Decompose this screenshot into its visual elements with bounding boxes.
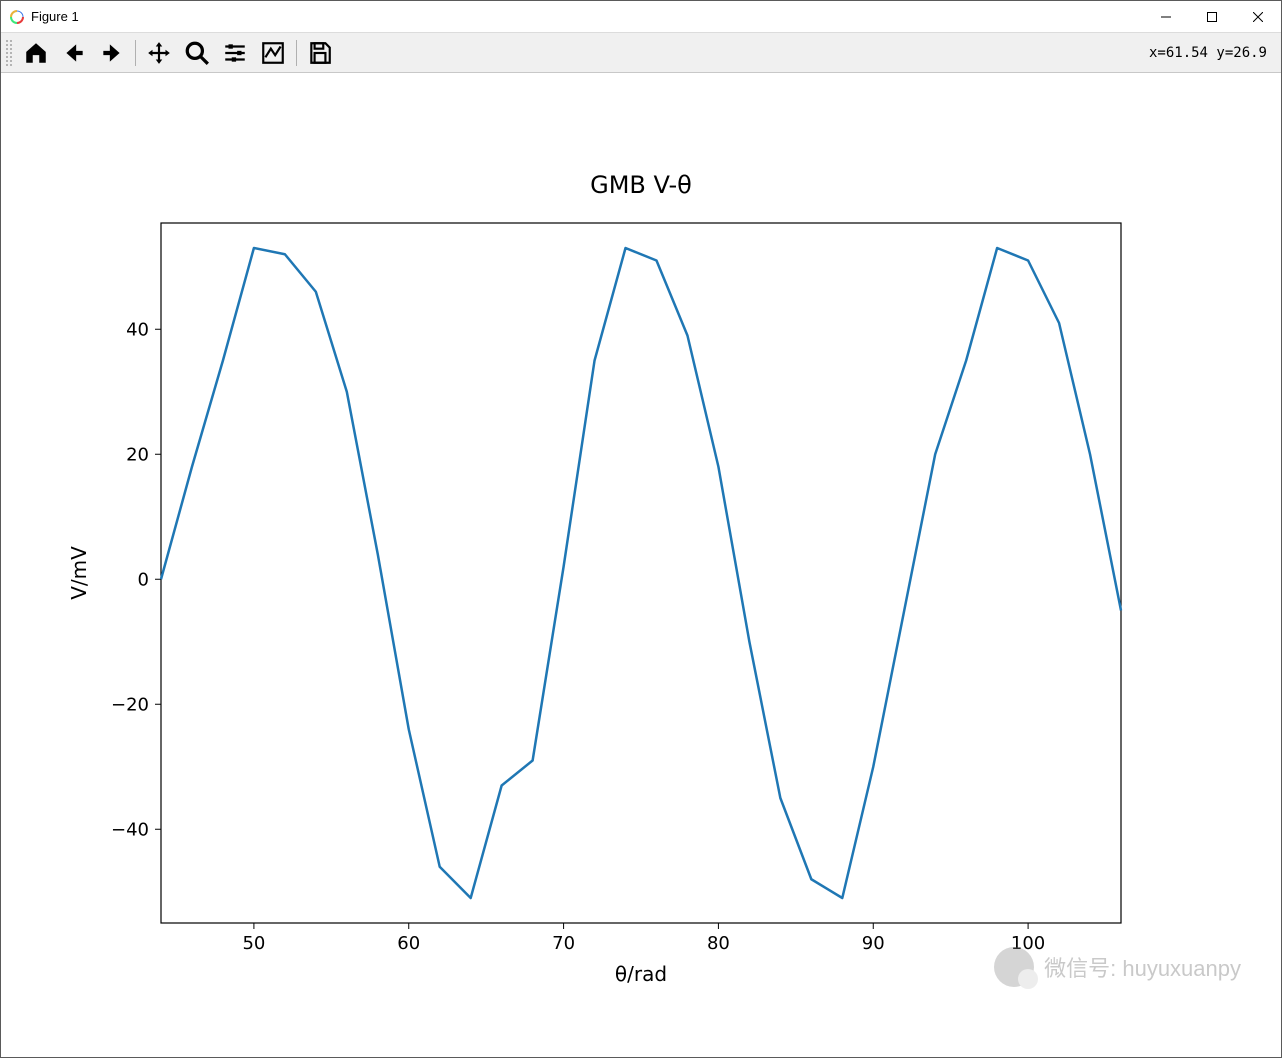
titlebar[interactable]: Figure 1 [1,1,1281,33]
figure-window: Figure 1 [0,0,1282,1058]
matplotlib-toolbar: x=61.54 y=26.9 [1,33,1281,73]
toolbar-grip[interactable] [5,39,13,67]
save-button[interactable] [301,35,339,71]
svg-text:−20: −20 [111,694,149,715]
cursor-coordinates: x=61.54 y=26.9 [1149,45,1277,61]
svg-text:80: 80 [707,933,730,954]
svg-text:70: 70 [552,933,575,954]
svg-text:V/mV: V/mV [67,546,91,600]
maximize-button[interactable] [1189,1,1235,33]
pan-button[interactable] [140,35,178,71]
home-button[interactable] [17,35,55,71]
app-icon [9,9,25,25]
forward-button[interactable] [93,35,131,71]
figure-canvas[interactable]: 50 60 70 80 90 100 −40 −20 0 20 40 GMB V-θ θ/rad V/mV… [1,73,1281,1057]
toolbar-separator [296,40,297,66]
svg-text:20: 20 [126,444,149,465]
svg-text:GMB V-θ: GMB V-θ [590,171,692,199]
svg-text:50: 50 [242,933,265,954]
svg-text:100: 100 [1011,933,1045,954]
back-button[interactable] [55,35,93,71]
zoom-button[interactable] [178,35,216,71]
svg-text:90: 90 [862,933,885,954]
svg-text:0: 0 [138,569,149,590]
svg-text:60: 60 [397,933,420,954]
svg-text:−40: −40 [111,819,149,840]
edit-axes-button[interactable] [254,35,292,71]
svg-text:θ/rad: θ/rad [615,962,667,986]
close-button[interactable] [1235,1,1281,33]
plot-svg: 50 60 70 80 90 100 −40 −20 0 20 40 GMB V-θ θ/rad V/mV [1,73,1281,1057]
window-title: Figure 1 [31,9,79,24]
toolbar-separator [135,40,136,66]
configure-subplots-button[interactable] [216,35,254,71]
svg-text:40: 40 [126,319,149,340]
minimize-button[interactable] [1143,1,1189,33]
